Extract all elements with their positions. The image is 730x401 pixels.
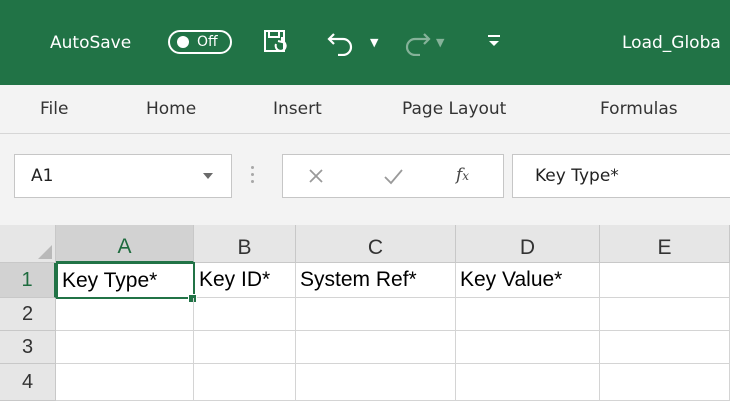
autosave-state: Off [197, 34, 218, 50]
customize-qat-icon[interactable] [486, 32, 502, 52]
cell-b4[interactable] [194, 364, 296, 401]
formula-bar-area: A1 fx Key Type* [0, 134, 730, 225]
cell-e3[interactable] [600, 331, 730, 364]
column-header-a[interactable]: A [56, 225, 194, 263]
cell-a4[interactable] [56, 364, 194, 401]
cell-c4[interactable] [296, 364, 456, 401]
enter-icon[interactable] [382, 166, 404, 186]
row-header-4[interactable]: 4 [0, 364, 56, 401]
cell-a2[interactable] [56, 298, 194, 331]
cell-e4[interactable] [600, 364, 730, 401]
autosave-label: AutoSave [50, 32, 132, 53]
cell-a1[interactable]: Key Type* [56, 262, 195, 299]
redo-icon[interactable] [402, 28, 432, 56]
row-header-1[interactable]: 1 [0, 263, 56, 298]
redo-dropdown-icon[interactable]: ▼ [436, 36, 444, 49]
cell-d2[interactable] [456, 298, 600, 331]
name-box[interactable]: A1 [14, 154, 232, 198]
save-icon[interactable] [262, 28, 290, 56]
title-bar: AutoSave Off ▼ ▼ Load_Globa [0, 0, 730, 85]
ribbon-tabs: File Home Insert Page Layout Formulas [0, 85, 730, 134]
column-header-b[interactable]: B [194, 225, 296, 263]
tab-insert[interactable]: Insert [273, 85, 322, 133]
undo-dropdown-icon[interactable]: ▼ [370, 36, 378, 49]
formula-text: Key Type* [535, 166, 619, 186]
select-all-corner[interactable] [0, 225, 56, 263]
cell-a3[interactable] [56, 331, 194, 364]
cell-d4[interactable] [456, 364, 600, 401]
cell-e2[interactable] [600, 298, 730, 331]
spreadsheet-grid: A B C D E 1 2 3 4 Key Type* Key ID* Syst… [0, 225, 730, 401]
toggle-knob [177, 36, 189, 48]
column-header-d[interactable]: D [456, 225, 600, 263]
autosave-toggle[interactable]: Off [168, 30, 232, 54]
drag-handle-icon[interactable] [251, 166, 254, 187]
cell-d1[interactable]: Key Value* [456, 263, 600, 298]
chevron-down-icon[interactable] [203, 173, 213, 179]
column-header-e[interactable]: E [600, 225, 730, 263]
cell-c3[interactable] [296, 331, 456, 364]
cell-b3[interactable] [194, 331, 296, 364]
formula-input[interactable]: Key Type* [512, 154, 730, 198]
undo-icon[interactable] [326, 28, 356, 56]
cell-c1[interactable]: System Ref* [296, 263, 456, 298]
name-box-value: A1 [31, 166, 54, 186]
cell-d3[interactable] [456, 331, 600, 364]
column-header-c[interactable]: C [296, 225, 456, 263]
cell-c2[interactable] [296, 298, 456, 331]
tab-home[interactable]: Home [146, 85, 196, 133]
row-header-2[interactable]: 2 [0, 298, 56, 331]
cell-e1[interactable] [600, 263, 730, 298]
tab-file[interactable]: File [40, 85, 68, 133]
function-icon[interactable]: fx [456, 165, 469, 185]
cell-b1[interactable]: Key ID* [195, 263, 296, 298]
cancel-icon[interactable] [306, 166, 326, 186]
document-title: Load_Globa [622, 32, 721, 53]
tab-page-layout[interactable]: Page Layout [402, 85, 506, 133]
cell-b2[interactable] [194, 298, 296, 331]
tab-formulas[interactable]: Formulas [600, 85, 678, 133]
row-header-3[interactable]: 3 [0, 331, 56, 364]
